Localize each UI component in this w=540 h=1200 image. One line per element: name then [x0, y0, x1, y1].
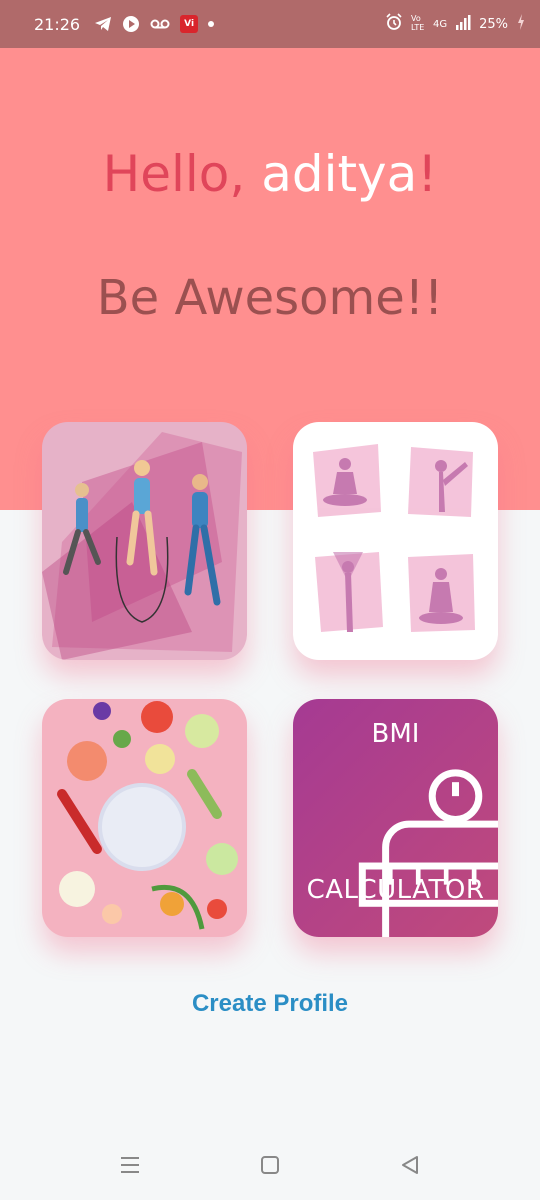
- navigation-bar: [0, 1130, 540, 1200]
- volte-icon: Vo LTE: [411, 13, 425, 35]
- greeting-hello: Hello,: [102, 145, 246, 203]
- battery-icon: [516, 13, 526, 35]
- vi-app-icon: Vi: [180, 15, 199, 33]
- yoga-poses-illustration: [313, 444, 475, 632]
- status-notification-icons: Vi: [94, 15, 215, 33]
- bmi-calculator-card[interactable]: BMI CALCULATOR: [293, 699, 498, 937]
- home-icon[interactable]: [250, 1145, 290, 1185]
- status-bar: 21:26 Vi Vo LTE 4G 25%: [0, 0, 540, 48]
- create-profile-link[interactable]: Create Profile: [0, 990, 540, 1018]
- bmi-title: BMI: [371, 719, 420, 749]
- bmi-subtitle: CALCULATOR: [306, 875, 485, 905]
- greeting: Hello, aditya!: [0, 145, 540, 203]
- tagline: Be Awesome!!: [96, 270, 444, 326]
- telegram-icon: [94, 16, 112, 32]
- diet-vegetables-illustration: [57, 701, 238, 930]
- menu-icon[interactable]: [110, 1145, 150, 1185]
- battery-level: 25%: [479, 16, 508, 32]
- play-icon: [122, 15, 140, 33]
- scale-tape-icon: [358, 769, 498, 937]
- voicemail-icon: [150, 18, 170, 30]
- status-time: 21:26: [34, 14, 81, 34]
- signal-icon: [455, 14, 471, 34]
- svg-text:LTE: LTE: [411, 23, 424, 31]
- greeting-exclamation: !: [417, 145, 438, 203]
- yoga-card[interactable]: [293, 422, 498, 660]
- network-type: 4G: [432, 18, 448, 30]
- status-system-icons: Vo LTE 4G 25%: [385, 13, 526, 35]
- svg-text:Vo: Vo: [411, 14, 421, 23]
- workout-card[interactable]: [42, 422, 247, 660]
- back-icon[interactable]: [390, 1145, 430, 1185]
- greeting-username: aditya: [261, 145, 418, 203]
- dot-icon: [208, 21, 215, 27]
- alarm-icon: [385, 13, 403, 35]
- workout-illustration: [42, 432, 242, 660]
- diet-card[interactable]: [42, 699, 247, 937]
